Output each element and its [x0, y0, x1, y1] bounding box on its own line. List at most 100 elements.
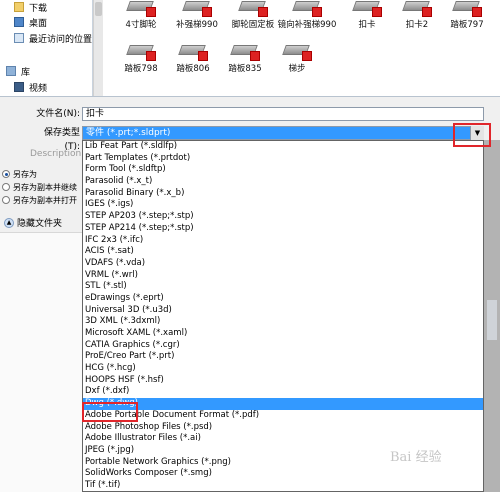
file-item[interactable]: 扣卡: [339, 0, 395, 31]
desktop-icon: [14, 17, 24, 27]
nav-item-downloads[interactable]: 下载: [14, 0, 47, 14]
file-label: 扣卡2: [405, 20, 429, 30]
dropdown-option[interactable]: Part Templates (*.prtdot): [83, 153, 483, 165]
savetype-dropdown-list[interactable]: Lib Feat Part (*.sldlfp) Part Templates …: [82, 140, 484, 492]
file-item[interactable]: 扣卡2: [389, 0, 445, 31]
part-file-icon: [350, 0, 384, 18]
file-item[interactable]: 脚轮固定板: [225, 0, 281, 31]
part-file-icon: [124, 0, 158, 18]
library-icon: [6, 66, 16, 76]
dropdown-option[interactable]: IGES (*.igs): [83, 199, 483, 211]
panel-bar: [487, 300, 497, 340]
hide-folders-label: 隐藏文件夹: [17, 219, 63, 229]
nav-scrollbar[interactable]: [93, 0, 103, 96]
dropdown-option[interactable]: HCG (*.hcg): [83, 363, 483, 375]
nav-item-videos[interactable]: 视频: [14, 80, 47, 94]
file-label: 扣卡: [358, 20, 376, 30]
nav-item-label: 库: [21, 67, 31, 78]
radio-save-copy-open[interactable]: 另存为副本并打开: [2, 194, 77, 206]
file-item[interactable]: 4寸脚轮: [113, 0, 169, 31]
part-file-icon: [124, 38, 158, 62]
dropdown-option[interactable]: STEP AP214 (*.step;*.stp): [83, 223, 483, 235]
part-file-icon: [400, 0, 434, 18]
hide-folders-toggle[interactable]: ▲ 隐藏文件夹: [4, 216, 62, 229]
file-label: 踏板806: [176, 64, 210, 74]
file-label: 踏板797: [450, 20, 484, 30]
file-item[interactable]: 补强梯990: [169, 0, 225, 31]
part-file-icon: [280, 38, 314, 62]
part-file-icon: [228, 38, 262, 62]
file-label: 梯步: [288, 64, 306, 74]
nav-item-label: 下载: [29, 3, 48, 14]
nav-item-label: 视频: [29, 83, 48, 94]
dropdown-option[interactable]: Lib Feat Part (*.sldlfp): [83, 141, 483, 153]
dropdown-option[interactable]: Universal 3D (*.u3d): [83, 305, 483, 317]
chevron-up-icon: ▲: [4, 217, 14, 228]
dropdown-option[interactable]: eDrawings (*.eprt): [83, 293, 483, 305]
dropdown-option[interactable]: VDAFS (*.vda): [83, 258, 483, 270]
dropdown-option[interactable]: Adobe Illustrator Files (*.ai): [83, 433, 483, 445]
part-file-icon: [176, 38, 210, 62]
radio-indicator: [2, 183, 10, 191]
recent-places-icon: [14, 33, 24, 43]
download-folder-icon: [14, 2, 24, 12]
dropdown-option[interactable]: Tif (*.tif): [83, 480, 483, 491]
radio-indicator: [2, 196, 10, 204]
nav-item-recent-places[interactable]: 最近访问的位置: [14, 31, 92, 45]
file-item[interactable]: 镜向补强梯990: [277, 0, 337, 31]
radio-label: 另存为副本并继续: [13, 182, 77, 192]
dropdown-option[interactable]: SolidWorks Composer (*.smg): [83, 468, 483, 480]
dropdown-option[interactable]: Adobe Portable Document Format (*.pdf): [83, 410, 483, 422]
navigation-pane: 下载 桌面 最近访问的位置 库 视频: [0, 0, 93, 96]
file-item[interactable]: 梯步: [269, 38, 325, 75]
radio-label: 另存为副本并打开: [13, 195, 77, 205]
annotation-box-dropdown: [453, 123, 491, 147]
dropdown-option[interactable]: IFC 2x3 (*.ifc): [83, 235, 483, 247]
scrollbar-thumb[interactable]: [95, 2, 102, 16]
dropdown-option[interactable]: Microsoft XAML (*.xaml): [83, 328, 483, 340]
dropdown-option[interactable]: Form Tool (*.sldftp): [83, 164, 483, 176]
file-label: 踏板835: [228, 64, 262, 74]
file-label: 镜向补强梯990: [277, 20, 337, 30]
dropdown-option[interactable]: Parasolid Binary (*.x_b): [83, 188, 483, 200]
dropdown-option[interactable]: Adobe Photoshop Files (*.psd): [83, 422, 483, 434]
filename-input[interactable]: 扣卡: [82, 107, 484, 121]
dropdown-option[interactable]: Parasolid (*.x_t): [83, 176, 483, 188]
dropdown-option[interactable]: STEP AP203 (*.step;*.stp): [83, 211, 483, 223]
video-icon: [14, 82, 24, 92]
watermark: Bai 经验: [390, 450, 442, 465]
annotation-box-dwg: [82, 402, 138, 422]
file-item[interactable]: 踏板806: [165, 38, 221, 75]
dropdown-option[interactable]: STL (*.stl): [83, 281, 483, 293]
dropdown-option[interactable]: VRML (*.wrl): [83, 270, 483, 282]
nav-item-label: 最近访问的位置: [29, 34, 93, 45]
nav-item-desktop[interactable]: 桌面: [14, 15, 47, 29]
radio-save-as[interactable]: 另存为: [2, 168, 37, 180]
nav-item-libraries[interactable]: 库: [6, 64, 30, 78]
dropdown-option[interactable]: CATIA Graphics (*.cgr): [83, 340, 483, 352]
bottom-left-panel: [0, 232, 82, 492]
file-label: 4寸脚轮: [125, 20, 157, 30]
dropdown-option[interactable]: Dxf (*.dxf): [83, 386, 483, 398]
dropdown-option[interactable]: ProE/Creo Part (*.prt): [83, 351, 483, 363]
dropdown-option[interactable]: ACIS (*.sat): [83, 246, 483, 258]
radio-indicator: [2, 170, 10, 178]
dropdown-option-selected[interactable]: Dwg (*.dwg): [83, 398, 483, 410]
file-list: 4寸脚轮 补强梯990 脚轮固定板 镜向补强梯990 扣卡 扣卡2 踏板797 …: [103, 0, 500, 96]
file-label: 补强梯990: [176, 20, 218, 30]
right-side-panel: [484, 140, 500, 492]
radio-label: 另存为: [13, 169, 37, 179]
dropdown-option[interactable]: 3D XML (*.3dxml): [83, 316, 483, 328]
pane-divider: [0, 96, 500, 97]
file-item[interactable]: 踏板797: [439, 0, 495, 31]
part-file-icon: [290, 0, 324, 18]
filename-label: 文件名(N):: [36, 109, 80, 119]
file-item[interactable]: 踏板798: [113, 38, 169, 75]
savetype-select[interactable]: 零件 (*.prt;*.sldprt): [82, 126, 484, 140]
nav-item-label: 桌面: [29, 18, 48, 29]
part-file-icon: [180, 0, 214, 18]
radio-save-copy-continue[interactable]: 另存为副本并继续: [2, 181, 77, 193]
dropdown-option[interactable]: HOOPS HSF (*.hsf): [83, 375, 483, 387]
part-file-icon: [450, 0, 484, 18]
file-item[interactable]: 踏板835: [217, 38, 273, 75]
